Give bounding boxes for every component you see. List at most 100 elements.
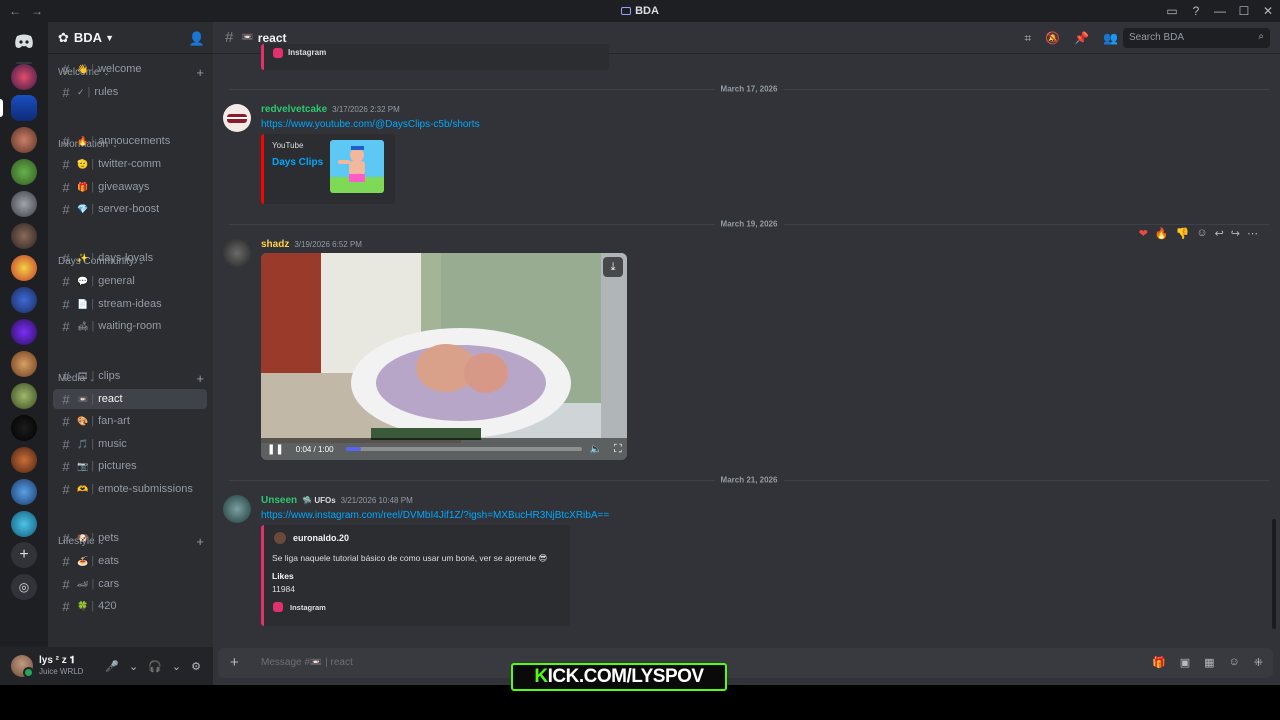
channel-label: music [98, 438, 127, 450]
more-options-icon[interactable]: ⋯ [1247, 227, 1258, 240]
microphone-icon[interactable]: 🎤 [105, 660, 119, 673]
server-icon-devl[interactable] [11, 415, 37, 441]
chevron-down-icon[interactable]: ⌄ [129, 660, 138, 673]
server-header[interactable]: ✿ BDA ▼ 👤 [48, 22, 213, 54]
channel-item-days-loyals[interactable]: # ✨ | days-loyals [53, 248, 207, 268]
gif-icon[interactable]: ▣ [1180, 656, 1190, 669]
help-icon[interactable]: ? [1184, 4, 1208, 18]
discord-home-icon[interactable] [11, 28, 37, 54]
notifications-muted-icon[interactable]: 🔕 [1045, 31, 1060, 46]
server-icon-10[interactable] [11, 351, 37, 377]
message-input[interactable]: Message #📼 | react [261, 657, 353, 668]
fullscreen-icon[interactable]: ⛶ [614, 443, 622, 456]
server-icon-11[interactable] [11, 383, 37, 409]
server-icon-5[interactable] [11, 191, 37, 217]
reply-icon[interactable]: ↩ [1215, 227, 1224, 240]
avatar[interactable] [223, 495, 251, 523]
hash-icon: # [62, 250, 70, 266]
channel-item-fan-art[interactable]: # 🎨 | fan-art [53, 411, 207, 431]
server-icon-13[interactable] [11, 447, 37, 473]
hash-icon: # [62, 576, 70, 592]
emoji-icon[interactable]: ☺ [1229, 656, 1240, 669]
server-icon-8[interactable] [11, 287, 37, 313]
maximize-button[interactable]: ☐ [1232, 4, 1256, 18]
forward-arrow-icon[interactable]: → [31, 4, 43, 18]
channel-item-twitter-comm[interactable]: # 🫡 | twitter-comm [53, 154, 207, 174]
channel-item-eats[interactable]: # 🍝 | eats [53, 551, 207, 571]
channel-item-cars[interactable]: # 🏎 | cars [53, 574, 207, 594]
inbox-icon[interactable]: ▭ [1160, 4, 1184, 18]
server-icon-15[interactable] [11, 511, 37, 537]
discover-icon[interactable]: ◎ [11, 574, 37, 600]
gift-icon[interactable]: 🎁 [1152, 656, 1166, 669]
channel-item-music[interactable]: # 🎵 | music [53, 434, 207, 454]
channel-emoji: 🎞 [77, 370, 89, 381]
channel-item-pets[interactable]: # 🐶 | pets [53, 528, 207, 548]
volume-icon[interactable]: 🔈 [590, 444, 602, 455]
channel-item-waiting-room[interactable]: # 🛋 | waiting-room [53, 316, 207, 336]
minimize-button[interactable]: — [1208, 4, 1232, 18]
server-icon-lys[interactable] [11, 64, 37, 90]
search-input[interactable]: Search BDA ⌕ [1123, 28, 1270, 48]
message-composer[interactable]: + Message #📼 | react 🎁 ▣ ▦ ☺ ⁜ [218, 648, 1273, 678]
embed-account[interactable]: euronaldo.20 [293, 533, 349, 543]
apps-icon[interactable]: ⁜ [1254, 656, 1263, 669]
attach-plus-icon[interactable]: + [230, 654, 239, 671]
channel-item-emote-submissions[interactable]: # 🫶 | emote-submissions [53, 479, 207, 499]
embed-title[interactable]: Days Clips [272, 157, 323, 168]
server-icon-3[interactable] [11, 127, 37, 153]
message-link[interactable]: https://www.instagram.com/reel/DVMbI4Jif… [261, 510, 609, 521]
download-icon[interactable]: ⤓ [603, 257, 623, 277]
server-icon-9[interactable] [11, 319, 37, 345]
heart-reaction-icon[interactable]: ❤ [1139, 227, 1148, 240]
add-reaction-icon[interactable]: ☺ [1196, 227, 1207, 240]
server-icon-bda[interactable] [11, 95, 37, 121]
user-names[interactable]: lys ² z 𝟏 Juice WRLD [39, 655, 83, 677]
server-icon-14[interactable] [11, 479, 37, 505]
channel-item-420[interactable]: # 🍀 | 420 [53, 596, 207, 616]
channel-label: clips [98, 370, 121, 382]
pause-icon[interactable]: ❚❚ [267, 444, 284, 455]
channel-item-giveaways[interactable]: # 🎁 | giveaways [53, 177, 207, 197]
add-member-icon[interactable]: 👤 [189, 31, 205, 47]
fire-reaction-icon[interactable]: 🔥 [1155, 227, 1169, 240]
video-player[interactable]: ⤓ ❚❚ 0:04 / 1:00 🔈 ⛶ [261, 253, 627, 460]
add-server-icon[interactable]: + [11, 542, 37, 568]
embed-thumbnail[interactable] [330, 140, 384, 193]
thumbs-down-reaction-icon[interactable]: 👎 [1176, 227, 1190, 240]
channel-item-stream-ideas[interactable]: # 📄 | stream-ideas [53, 294, 207, 314]
channel-item-annoucements[interactable]: # 🔥 | annoucements [53, 131, 207, 151]
threads-icon[interactable]: ⌗ [1024, 31, 1031, 46]
channel-item-rules[interactable]: # ✓ | rules [53, 82, 207, 102]
server-icon-4[interactable] [11, 159, 37, 185]
separator: | [91, 135, 95, 147]
sticker-icon[interactable]: ▦ [1204, 656, 1214, 669]
avatar[interactable] [223, 104, 251, 132]
channel-item-server-boost[interactable]: # 💎 | server-boost [53, 199, 207, 219]
channel-item-general[interactable]: # 💬 | general [53, 271, 207, 291]
user-avatar[interactable] [11, 655, 34, 678]
settings-gear-icon[interactable]: ⚙ [191, 660, 201, 673]
scrollbar[interactable] [1272, 519, 1276, 629]
chevron-down-icon[interactable]: ⌄ [172, 660, 181, 673]
forward-icon[interactable]: ↪ [1231, 227, 1240, 240]
message-link[interactable]: https://www.youtube.com/@DaysClips-c5b/s… [261, 119, 480, 130]
pin-icon[interactable]: 📌 [1074, 31, 1089, 46]
date-divider: March 17, 2026 [229, 84, 1269, 94]
server-icon-6[interactable] [11, 223, 37, 249]
channel-item-react[interactable]: # 📼 | react [53, 389, 207, 409]
channel-item-clips[interactable]: # 🎞 | clips [53, 366, 207, 386]
back-arrow-icon[interactable]: ← [9, 4, 21, 18]
channel-item-welcome[interactable]: # 👋 | welcome [53, 59, 207, 79]
headphones-icon[interactable]: 🎧 [148, 660, 162, 673]
server-icon-tnt[interactable] [11, 255, 37, 281]
channel-label: 420 [98, 600, 117, 612]
channel-item-pictures[interactable]: # 📷 | pictures [53, 456, 207, 476]
close-button[interactable]: ✕ [1256, 4, 1280, 18]
message-author[interactable]: redvelvetcake 3/17/2026 2:32 PM [261, 104, 400, 115]
video-progress-bar[interactable] [345, 447, 582, 451]
message-author[interactable]: shadz 3/19/2026 6:52 PM [261, 239, 362, 250]
avatar[interactable] [223, 239, 251, 267]
member-list-icon[interactable]: 👥 [1103, 31, 1118, 46]
message-author[interactable]: Unseen 🛸 UFOs 3/21/2026 10:48 PM [261, 495, 413, 506]
